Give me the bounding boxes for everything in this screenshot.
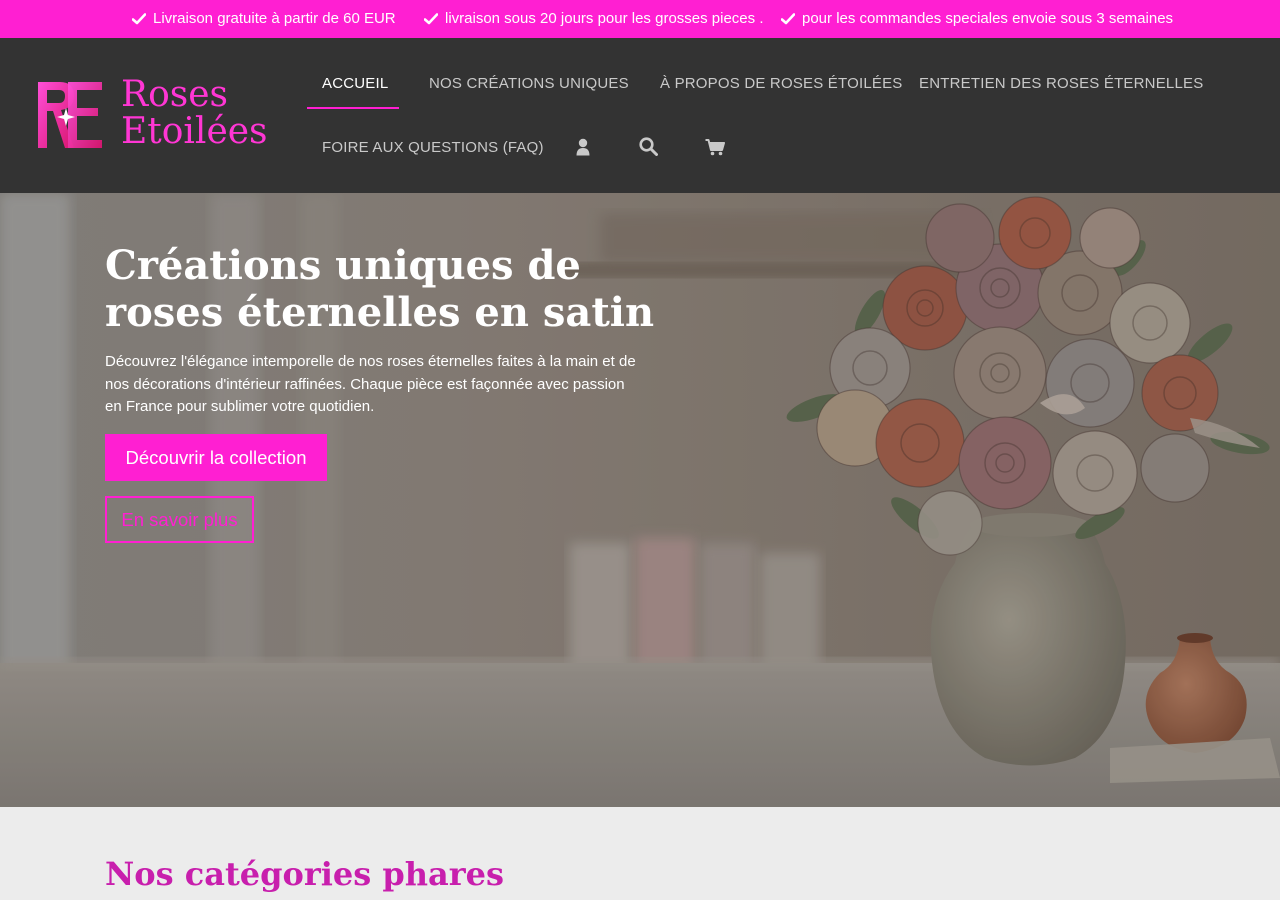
check-icon [132, 12, 146, 24]
announcement-item: Livraison gratuite à partir de 60 EUR [132, 10, 396, 27]
hero-description: Découvrez l'élégance intemporelle de nos… [105, 353, 636, 415]
announcement-text: Livraison gratuite à partir de 60 EUR [153, 10, 396, 27]
nav-item-accueil[interactable]: ACCUEIL [322, 75, 388, 92]
logo-text: Roses Etoilées [121, 76, 268, 150]
logo-line-1: Roses [121, 74, 229, 115]
site-logo[interactable]: Roses Etoilées [36, 76, 268, 152]
nav-item-faq[interactable]: FOIRE AUX QUESTIONS (FAQ) [322, 139, 544, 156]
check-icon [781, 12, 795, 24]
nav-item-entretien[interactable]: ENTRETIEN DES ROSES ÉTERNELLES [919, 75, 1203, 92]
categories-section: Nos catégories phares [0, 807, 1280, 900]
check-icon [424, 12, 438, 24]
logo-monogram [38, 82, 102, 148]
cart-icon[interactable] [705, 139, 725, 156]
announcement-bar: Livraison gratuite à partir de 60 EUR li… [0, 0, 1280, 38]
announcement-item: livraison sous 20 jours pour les grosses… [424, 10, 764, 27]
site-header: Roses Etoilées ACCUEIL NOS CRÉATIONS UNI… [0, 38, 1280, 193]
announcement-text: pour les commandes speciales envoie sous… [802, 10, 1174, 27]
discover-collection-button[interactable]: Découvrir la collection [105, 434, 327, 481]
section-title: Nos catégories phares [105, 855, 504, 893]
logo-line-2: Etoilées [121, 111, 268, 152]
learn-more-button[interactable]: En savoir plus [105, 496, 254, 543]
hero-section: Créations uniques de roses éternelles en… [0, 193, 1280, 807]
user-icon[interactable] [576, 138, 590, 156]
active-nav-indicator [307, 107, 399, 109]
announcement-text: livraison sous 20 jours pour les grosses… [445, 10, 764, 27]
nav-item-a-propos[interactable]: À PROPOS DE ROSES ÉTOILÉES [660, 75, 903, 92]
search-icon[interactable] [639, 137, 658, 156]
nav-item-creations[interactable]: NOS CRÉATIONS UNIQUES [429, 75, 629, 92]
hero-title: Créations uniques de roses éternelles en… [105, 242, 655, 336]
announcement-item: pour les commandes speciales envoie sous… [781, 10, 1173, 27]
